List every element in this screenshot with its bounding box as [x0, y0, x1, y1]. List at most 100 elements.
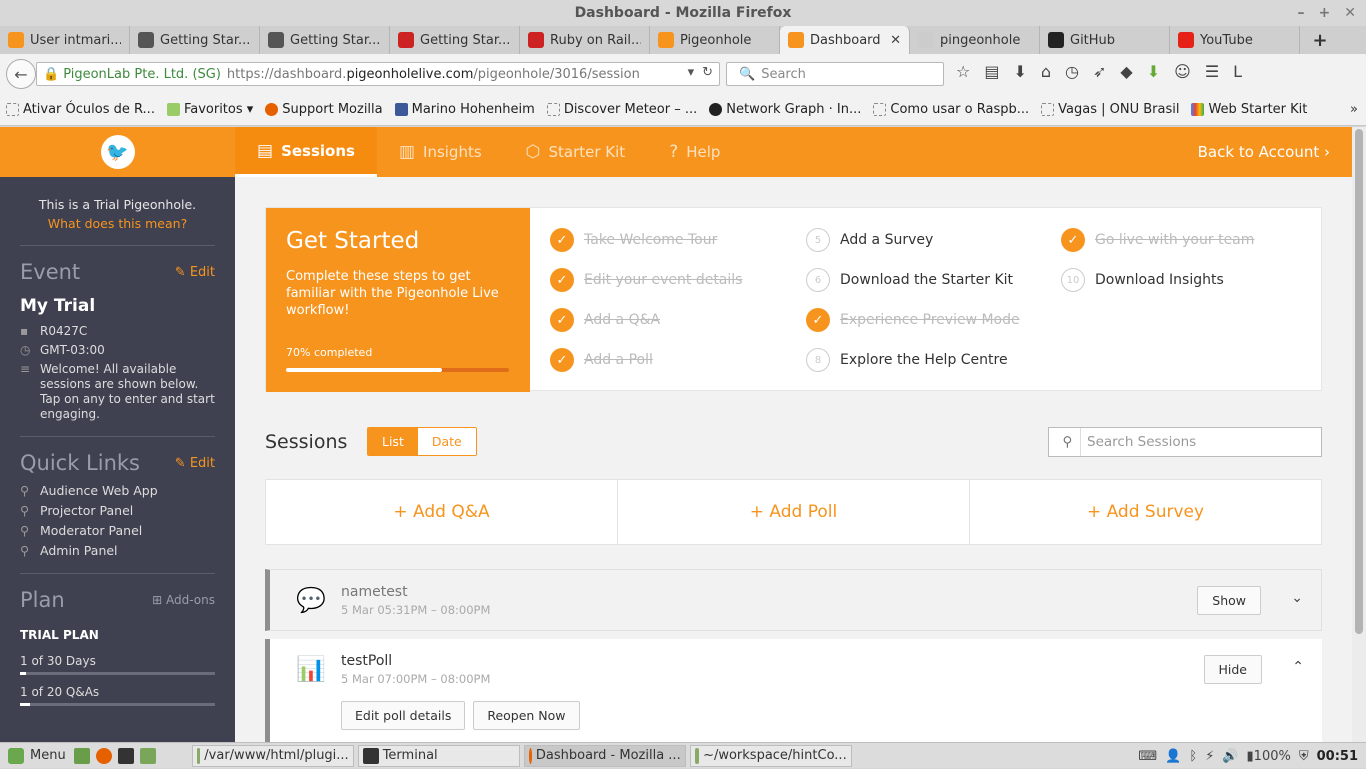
add-survey-button[interactable]: + Add Survey [970, 480, 1321, 544]
session-item[interactable]: 📊 testPoll 5 Mar 07:00PM – 08:00PM Hide … [265, 639, 1322, 742]
chevron-down-icon[interactable]: ⌄ [1291, 590, 1303, 606]
battery-icon[interactable]: ▮100% [1247, 749, 1291, 764]
trial-info-link[interactable]: What does this mean? [48, 216, 187, 231]
reload-icon[interactable]: ↻ [702, 65, 713, 80]
taskbar-task[interactable]: /var/www/html/plugi... [191, 744, 354, 767]
starter-step[interactable]: 5 Add a Survey [806, 228, 933, 252]
edit-quicklinks-button[interactable]: ✎ Edit [175, 456, 215, 471]
start-menu-button[interactable]: Menu [0, 747, 74, 764]
starter-step[interactable]: ✓ Go live with your team [1061, 228, 1254, 252]
bookmark-item[interactable]: Network Graph · In... [709, 102, 861, 117]
bookmark-star-icon[interactable]: ☆ [956, 62, 970, 81]
browser-tab[interactable]: Getting Star... [260, 26, 390, 54]
edit-event-button[interactable]: ✎ Edit [175, 265, 215, 280]
browser-tab[interactable]: Getting Star... [130, 26, 260, 54]
taskbar-task[interactable]: Terminal [357, 744, 520, 767]
browser-tab[interactable]: pingeonhole [910, 26, 1040, 54]
edit-poll-button[interactable]: Edit poll details [341, 701, 466, 730]
user-icon[interactable]: 👤 [1165, 749, 1181, 764]
bookmark-item[interactable]: Ativar Óculos de R... [6, 102, 155, 117]
show-desktop-icon[interactable] [73, 747, 90, 764]
bookmark-folder[interactable]: Favoritos ▾ [166, 102, 253, 117]
volume-icon[interactable]: 🔊 [1222, 749, 1238, 764]
view-list-button[interactable]: List [368, 428, 418, 455]
pocket-icon[interactable]: ◆ [1120, 62, 1132, 81]
starter-step[interactable]: 6 Download the Starter Kit [806, 268, 1013, 292]
firefox-launcher-icon[interactable] [95, 747, 112, 764]
scrollbar-thumb[interactable] [1355, 129, 1363, 634]
quicklink-projector[interactable]: ⚲ Projector Panel [20, 503, 215, 518]
bookmark-item[interactable]: Web Starter Kit [1191, 102, 1307, 117]
taskbar-task-active[interactable]: Dashboard - Mozilla ... [523, 744, 686, 767]
back-button[interactable]: ← [6, 59, 36, 89]
browser-tab[interactable]: Ruby on Rail... [520, 26, 650, 54]
network-icon[interactable]: ⚡ [1205, 749, 1214, 764]
url-text[interactable]: https://dashboard.pigeonholelive.com/pig… [227, 67, 640, 82]
add-poll-button[interactable]: + Add Poll [618, 480, 970, 544]
taskbar-task[interactable]: ~/workspace/hintCo... [689, 744, 852, 767]
download-green-icon[interactable]: ⬇ [1147, 62, 1160, 81]
bookmark-item[interactable]: Discover Meteor – ... [546, 102, 697, 117]
starter-step[interactable]: 8 Explore the Help Centre [806, 348, 1008, 372]
maximize-icon[interactable]: + [1319, 0, 1331, 26]
quicklink-audience[interactable]: ⚲ Audience Web App [20, 483, 215, 498]
hide-session-button[interactable]: Hide [1203, 655, 1262, 684]
browser-tab[interactable]: User intmari... [0, 26, 130, 54]
show-session-button[interactable]: Show [1197, 586, 1261, 615]
browser-tab[interactable]: Pigeonhole [650, 26, 780, 54]
url-bar[interactable]: 🔒 PigeonLab Pte. Ltd. (SG) https://dashb… [36, 62, 720, 86]
starter-step[interactable]: ✓ Add a Q&A [550, 308, 660, 332]
browser-tab[interactable]: YouTube [1170, 26, 1300, 54]
starter-step[interactable]: ✓ Experience Preview Mode [806, 308, 1020, 332]
browser-tab[interactable]: GitHub [1040, 26, 1170, 54]
new-tab-button[interactable]: + [1300, 26, 1340, 54]
bookmark-item[interactable]: Support Mozilla [265, 102, 383, 117]
chevron-up-icon[interactable]: ⌃ [1292, 659, 1304, 675]
site-identity[interactable]: PigeonLab Pte. Ltd. (SG) [63, 67, 221, 82]
pigeonhole-logo-icon[interactable]: 🐦 [100, 135, 135, 169]
add-qa-button[interactable]: + Add Q&A [266, 480, 618, 544]
send-icon[interactable]: ➶ [1093, 62, 1106, 81]
session-search-field[interactable]: ⚲ Search Sessions [1048, 427, 1322, 457]
keyboard-icon[interactable]: ⌨ [1138, 749, 1157, 764]
chat-icon[interactable]: ☺ [1174, 62, 1191, 81]
bluetooth-icon[interactable]: ᛒ [1189, 749, 1197, 764]
clock[interactable]: 00:51 [1317, 749, 1358, 764]
library-icon[interactable]: L [1233, 62, 1242, 81]
tab-sessions[interactable]: ▤ Sessions [235, 127, 377, 177]
view-date-button[interactable]: Date [417, 428, 476, 455]
browser-tab-active[interactable]: Dashboard ✕ [780, 26, 910, 54]
tab-close-icon[interactable]: ✕ [890, 33, 901, 48]
starter-step[interactable]: ✓ Add a Poll [550, 348, 653, 372]
reopen-now-button[interactable]: Reopen Now [473, 701, 580, 730]
starter-step[interactable]: ✓ Edit your event details [550, 268, 742, 292]
menu-icon[interactable]: ☰ [1205, 62, 1219, 81]
download-icon[interactable]: ⬇ [1013, 62, 1026, 81]
bookmark-item[interactable]: Vagas | ONU Brasil [1041, 102, 1179, 117]
bookmark-item[interactable]: Marino Hohenheim [394, 102, 535, 117]
starter-step[interactable]: ✓ Take Welcome Tour [550, 228, 717, 252]
history-icon[interactable]: ◷ [1065, 62, 1079, 81]
browser-search-field[interactable]: 🔍 Search [726, 62, 944, 86]
bookmark-item[interactable]: Como usar o Raspb... [873, 102, 1029, 117]
files-launcher-icon[interactable] [139, 747, 156, 764]
browser-tab[interactable]: Getting Star... [390, 26, 520, 54]
page-scrollbar[interactable] [1352, 127, 1366, 742]
reading-list-icon[interactable]: ▤ [984, 62, 999, 81]
back-to-account-link[interactable]: Back to Account › [1198, 127, 1330, 177]
addons-button[interactable]: ⊞ Add-ons [152, 593, 215, 607]
close-icon[interactable]: ✕ [1344, 0, 1356, 26]
tab-help[interactable]: ? Help [647, 127, 742, 177]
bookmarks-overflow-icon[interactable]: » [1350, 102, 1358, 117]
starter-step[interactable]: 10 Download Insights [1061, 268, 1224, 292]
shield-icon[interactable]: ⛨ [1299, 749, 1309, 764]
terminal-launcher-icon[interactable] [117, 747, 134, 764]
tab-insights[interactable]: ▥ Insights [377, 127, 504, 177]
quicklink-admin[interactable]: ⚲ Admin Panel [20, 543, 215, 558]
minimize-icon[interactable]: – [1298, 0, 1305, 26]
quicklink-moderator[interactable]: ⚲ Moderator Panel [20, 523, 215, 538]
tab-starter-kit[interactable]: ⬡ Starter Kit [504, 127, 648, 177]
home-icon[interactable]: ⌂ [1041, 62, 1051, 81]
dropdown-icon[interactable]: ▾ [688, 65, 695, 80]
session-item[interactable]: 💬 nametest 5 Mar 05:31PM – 08:00PM Show … [265, 569, 1322, 631]
